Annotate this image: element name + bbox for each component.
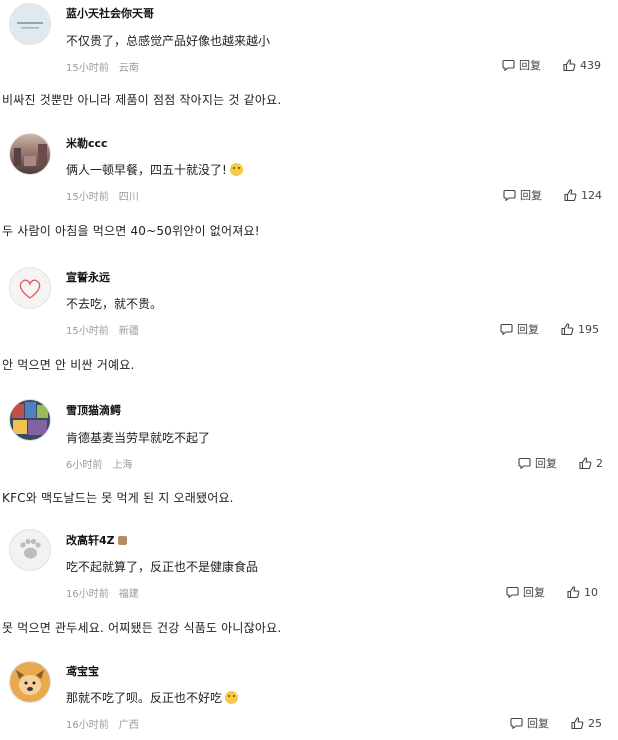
username[interactable]: 蓝小天社会你天哥: [66, 5, 154, 21]
reply-button[interactable]: 回复: [500, 321, 539, 337]
thumbs-up-icon: [567, 586, 580, 598]
comment-actions: 回复 439: [502, 57, 601, 73]
translation-text: KFC와 맥도날드는 못 먹게 된 지 오래됐어요.: [2, 491, 234, 505]
like-button[interactable]: 439: [563, 59, 601, 72]
user-badge-icon: [117, 536, 127, 545]
like-button[interactable]: 124: [564, 189, 602, 202]
reply-label: 回复: [527, 717, 549, 730]
comment-bubble-icon: [500, 323, 513, 335]
like-button[interactable]: 2: [579, 457, 603, 470]
comment-text: 不去吃，就不贵。: [66, 297, 163, 311]
avatar[interactable]: [9, 661, 51, 703]
comment-meta: 16小时前 广西: [66, 716, 139, 731]
comment-location: 广西: [118, 720, 139, 731]
comment-meta: 15小时前 新疆: [66, 322, 139, 337]
reply-label: 回复: [517, 323, 539, 336]
comment-bubble-icon: [518, 457, 531, 469]
comment-bubble-icon: [502, 59, 515, 71]
translation-text: 못 먹으면 관두세요. 어찌됐든 건강 식품도 아니잖아요.: [2, 621, 282, 635]
comment-actions: 回复 2: [518, 455, 603, 471]
comment-actions: 回复 195: [500, 321, 599, 337]
like-count: 25: [588, 716, 602, 730]
like-count: 10: [584, 585, 598, 599]
reply-label: 回复: [535, 457, 557, 470]
like-count: 124: [581, 188, 602, 202]
like-count: 2: [596, 456, 603, 470]
reply-button[interactable]: 回复: [502, 57, 541, 73]
like-button[interactable]: 195: [561, 323, 599, 336]
translation-text: 비싸진 것뿐만 아니라 제품이 점점 작아지는 것 같아요.: [2, 93, 282, 107]
comment-actions: 回复 25: [510, 715, 602, 731]
comment-location: 上海: [112, 460, 133, 471]
heart-avatar-icon: [19, 279, 41, 299]
comment-location: 四川: [118, 192, 139, 203]
dog-avatar-icon: [16, 670, 44, 695]
avatar[interactable]: [9, 529, 51, 571]
comment-time: 15小时前: [66, 63, 109, 74]
comment-time: 16小时前: [66, 720, 109, 731]
username[interactable]: 米勒ccc: [66, 135, 108, 151]
collage-avatar-icon: [12, 402, 48, 435]
comment-text: 那就不吃了呗。反正也不好吃: [66, 689, 239, 706]
like-button[interactable]: 10: [567, 586, 598, 599]
comment-time: 6小时前: [66, 460, 103, 471]
comment-location: 福建: [118, 589, 139, 600]
comment-meta: 16小时前 福建: [66, 585, 139, 600]
comment-actions: 回复 124: [503, 187, 602, 203]
username[interactable]: 宣誓永远: [66, 269, 110, 285]
comment-text: 吃不起就算了，反正也不是健康食品: [66, 560, 259, 574]
thumbs-up-icon: [579, 457, 592, 469]
comment-meta: 6小时前 上海: [66, 456, 132, 471]
translation-text: 안 먹으면 안 비싼 거예요.: [2, 358, 135, 372]
comment-time: 15小时前: [66, 192, 109, 203]
comment-text: 肯德基麦当劳早就吃不起了: [66, 431, 211, 445]
comment-text: 不仅贵了，总感觉产品好像也越来越小: [66, 34, 271, 48]
reply-label: 回复: [523, 586, 545, 599]
laughing-emoji-icon: [225, 691, 239, 704]
text-avatar-icon: [17, 22, 43, 29]
thumbs-up-icon: [561, 323, 574, 335]
avatar[interactable]: [9, 267, 51, 309]
avatar[interactable]: [9, 3, 51, 45]
comment-location: 新疆: [118, 326, 139, 337]
like-button[interactable]: 25: [571, 717, 602, 730]
avatar[interactable]: [9, 133, 51, 175]
thumbs-up-icon: [564, 189, 577, 201]
street-photo-avatar-icon: [14, 144, 47, 166]
comment-meta: 15小时前 四川: [66, 188, 139, 203]
comment-bubble-icon: [503, 189, 516, 201]
paw-avatar-icon: [20, 538, 41, 559]
comment-text: 俩人一顿早餐，四五十就没了!: [66, 161, 243, 178]
comment-time: 16小时前: [66, 589, 109, 600]
reply-label: 回复: [519, 59, 541, 72]
username[interactable]: 鸢宝宝: [66, 663, 99, 679]
thumbs-up-icon: [563, 59, 576, 71]
reply-button[interactable]: 回复: [506, 584, 545, 600]
reply-button[interactable]: 回复: [518, 455, 557, 471]
avatar[interactable]: [9, 399, 51, 441]
reply-button[interactable]: 回复: [503, 187, 542, 203]
comment-bubble-icon: [506, 586, 519, 598]
comment-location: 云南: [118, 63, 139, 74]
username[interactable]: 改高轩4Z: [66, 532, 127, 548]
like-count: 195: [578, 322, 599, 336]
translation-text: 두 사람이 아침을 먹으면 40~50위안이 없어져요!: [2, 224, 260, 238]
thumbs-up-icon: [571, 717, 584, 729]
crying-emoji-icon: [229, 163, 243, 176]
comment-actions: 回复 10: [506, 584, 598, 600]
reply-label: 回复: [520, 189, 542, 202]
comment-bubble-icon: [510, 717, 523, 729]
like-count: 439: [580, 58, 601, 72]
username[interactable]: 雪顶猫滴鳄: [66, 402, 121, 418]
comment-meta: 15小时前 云南: [66, 59, 139, 74]
reply-button[interactable]: 回复: [510, 715, 549, 731]
comment-time: 15小时前: [66, 326, 109, 337]
